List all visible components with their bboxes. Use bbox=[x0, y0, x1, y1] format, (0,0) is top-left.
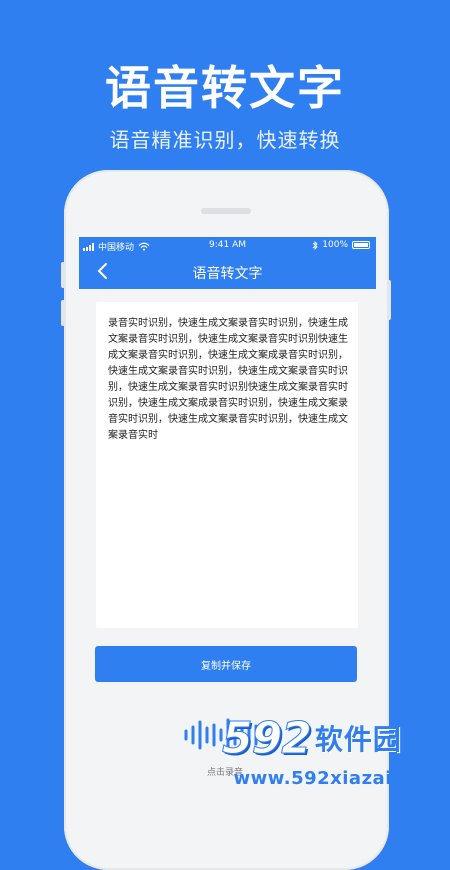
status-bar: 中国移动 9:41 AM 100% bbox=[79, 237, 376, 253]
watermark: 592 软件园 www.592xiazai.com bbox=[222, 712, 450, 800]
status-right: 100% bbox=[312, 240, 370, 250]
transcript-card[interactable]: 录音实时识别，快速生成文案录音实时识别，快速生成文案录音实时识别，快速生成文案录… bbox=[96, 302, 358, 628]
nav-title: 语音转文字 bbox=[192, 266, 263, 282]
bluetooth-icon bbox=[312, 240, 318, 250]
battery-icon bbox=[352, 241, 370, 249]
battery-percent: 100% bbox=[322, 240, 348, 250]
watermark-url: www.592xiazai.com bbox=[233, 768, 443, 789]
copy-save-button[interactable]: 复制并保存 bbox=[95, 646, 357, 682]
phone-speaker bbox=[201, 208, 251, 214]
nav-bar: 语音转文字 bbox=[79, 255, 376, 289]
phone-side-key bbox=[61, 300, 65, 326]
watermark-text: 软件园 bbox=[314, 723, 402, 756]
watermark-number: 592 bbox=[222, 712, 313, 764]
watermark-logo: 592 软件园 bbox=[222, 712, 448, 764]
phone-side-key bbox=[61, 262, 65, 288]
promo-title: 语音转文字 bbox=[105, 61, 345, 115]
promo-subtitle: 语音精准识别，快速转换 bbox=[109, 128, 341, 152]
phone-side-key bbox=[387, 280, 391, 320]
app-header: 中国移动 9:41 AM 100% 语音转文字 bbox=[79, 237, 376, 289]
transcript-text[interactable]: 录音实时识别，快速生成文案录音实时识别，快速生成文案录音实时识别，快速生成文案录… bbox=[108, 316, 348, 444]
